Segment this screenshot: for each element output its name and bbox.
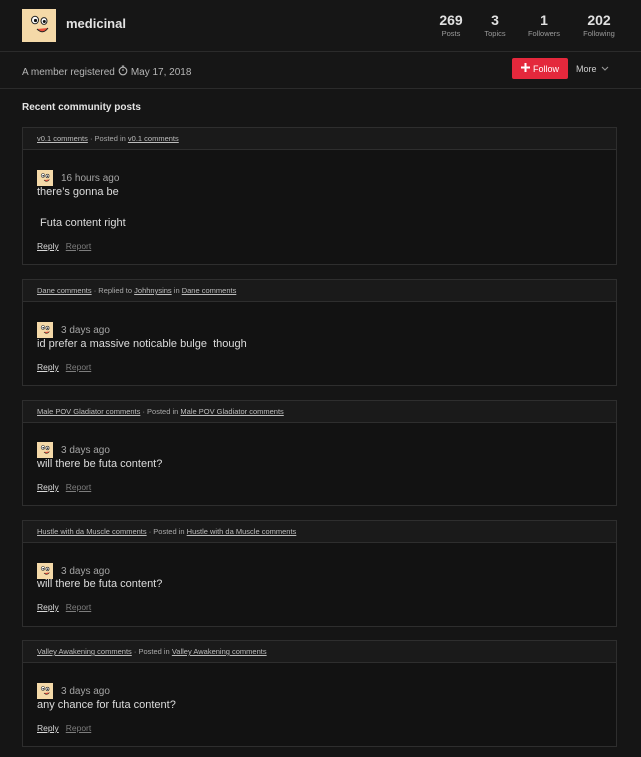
- post-text: Futa content right: [37, 217, 126, 229]
- registered-date: May 17, 2018: [130, 66, 192, 78]
- post-text: will there be futa content?: [37, 458, 163, 470]
- stat-followers-label: Followers: [527, 29, 561, 38]
- post-target-link[interactable]: Valley Awakening comments: [172, 647, 267, 656]
- stat-posts-label: Posts: [441, 29, 461, 38]
- report-button[interactable]: Report: [66, 362, 92, 372]
- report-button[interactable]: Report: [66, 241, 92, 251]
- profile-username[interactable]: medicinal: [66, 16, 126, 31]
- profile-header: medicinal 269 Posts 3 Topics 1 Followers…: [0, 0, 641, 52]
- post-target-link[interactable]: Hustle with da Muscle comments: [187, 527, 297, 536]
- author-avatar[interactable]: [37, 563, 53, 579]
- post-card: v0.1 comments · Posted in v0.1 comments 1…: [22, 127, 617, 265]
- author-avatar[interactable]: [37, 442, 53, 458]
- post-actions: Reply Report: [37, 723, 91, 733]
- post-actions: Reply Report: [37, 241, 91, 251]
- post-text: id prefer a massive noticable bulge thou…: [37, 338, 247, 350]
- chevron-down-icon: [601, 64, 609, 74]
- member-info-bar: A member registered May 17, 2018 Follow …: [0, 52, 641, 89]
- post-text: will there be futa content?: [37, 578, 163, 590]
- replied-user-link[interactable]: Johhnysins: [134, 286, 172, 295]
- post-card-header: Hustle with da Muscle comments · Posted …: [23, 521, 616, 543]
- post-card: Hustle with da Muscle comments · Posted …: [22, 520, 617, 627]
- post-actions: Reply Report: [37, 482, 91, 492]
- author-avatar[interactable]: [37, 322, 53, 338]
- post-text: any chance for futa content?: [37, 699, 176, 711]
- reply-button[interactable]: Reply: [37, 482, 59, 492]
- profile-avatar[interactable]: [22, 9, 56, 42]
- stopwatch-icon: [118, 65, 128, 79]
- post-text: there’s gonna be: [37, 186, 119, 198]
- post-meta: 3 days ago: [37, 442, 110, 458]
- post-meta: 3 days ago: [37, 683, 110, 699]
- post-action-text: · Posted in: [133, 647, 170, 656]
- author-avatar[interactable]: [37, 170, 53, 186]
- stat-following-value: 202: [587, 12, 611, 28]
- post-action-text: · Replied to: [93, 286, 133, 295]
- post-time: 3 days ago: [61, 324, 110, 336]
- post-time: 3 days ago: [61, 444, 110, 456]
- post-card: Dane comments · Replied to Johhnysins in…: [22, 279, 617, 386]
- post-source-link[interactable]: Hustle with da Muscle comments: [37, 527, 147, 536]
- post-in-text: in: [173, 286, 180, 295]
- member-registered-label: A member registered: [22, 66, 115, 78]
- report-button[interactable]: Report: [66, 723, 92, 733]
- stat-followers-value: 1: [540, 12, 548, 28]
- stat-topics-value: 3: [491, 12, 499, 28]
- section-title: Recent community posts: [22, 102, 141, 113]
- follow-button[interactable]: Follow: [512, 58, 568, 79]
- post-source-link[interactable]: Dane comments: [37, 286, 92, 295]
- stat-posts-value: 269: [439, 12, 463, 28]
- post-time: 3 days ago: [61, 565, 110, 577]
- post-action-text: · Posted in: [148, 527, 185, 536]
- post-action-text: · Posted in: [89, 134, 126, 143]
- more-button[interactable]: More: [576, 64, 609, 74]
- post-target-link[interactable]: v0.1 comments: [128, 134, 179, 143]
- post-card: Valley Awakening comments · Posted in Va…: [22, 640, 617, 747]
- reply-button[interactable]: Reply: [37, 241, 59, 251]
- stat-posts[interactable]: 269 Posts: [436, 12, 466, 40]
- stat-topics-label: Topics: [484, 29, 506, 38]
- stat-followers[interactable]: 1 Followers: [525, 12, 563, 40]
- member-registered: A member registered May 17, 2018: [22, 65, 191, 79]
- post-card-header: Male POV Gladiator comments · Posted in …: [23, 401, 616, 423]
- report-button[interactable]: Report: [66, 482, 92, 492]
- post-actions: Reply Report: [37, 362, 91, 372]
- post-actions: Reply Report: [37, 602, 91, 612]
- post-time: 16 hours ago: [61, 172, 120, 184]
- follow-button-label: Follow: [532, 63, 559, 74]
- stat-following[interactable]: 202 Following: [580, 12, 618, 40]
- post-meta: 16 hours ago: [37, 170, 119, 186]
- report-button[interactable]: Report: [66, 602, 92, 612]
- post-source-link[interactable]: v0.1 comments: [37, 134, 88, 143]
- post-source-link[interactable]: Valley Awakening comments: [37, 647, 132, 656]
- author-avatar[interactable]: [37, 683, 53, 699]
- post-card-header: v0.1 comments · Posted in v0.1 comments: [23, 128, 616, 150]
- post-target-link[interactable]: Dane comments: [182, 286, 237, 295]
- post-card-header: Valley Awakening comments · Posted in Va…: [23, 641, 616, 663]
- post-meta: 3 days ago: [37, 563, 110, 579]
- reply-button[interactable]: Reply: [37, 362, 59, 372]
- post-action-text: · Posted in: [142, 407, 179, 416]
- post-meta: 3 days ago: [37, 322, 110, 338]
- plus-icon: [520, 63, 530, 74]
- stat-topics[interactable]: 3 Topics: [482, 12, 508, 40]
- stat-following-label: Following: [583, 29, 615, 38]
- post-source-link[interactable]: Male POV Gladiator comments: [37, 407, 140, 416]
- post-card: Male POV Gladiator comments · Posted in …: [22, 400, 617, 506]
- reply-button[interactable]: Reply: [37, 723, 59, 733]
- more-button-label: More: [576, 64, 597, 74]
- post-target-link[interactable]: Male POV Gladiator comments: [180, 407, 283, 416]
- post-time: 3 days ago: [61, 685, 110, 697]
- post-card-header: Dane comments · Replied to Johhnysins in…: [23, 280, 616, 302]
- reply-button[interactable]: Reply: [37, 602, 59, 612]
